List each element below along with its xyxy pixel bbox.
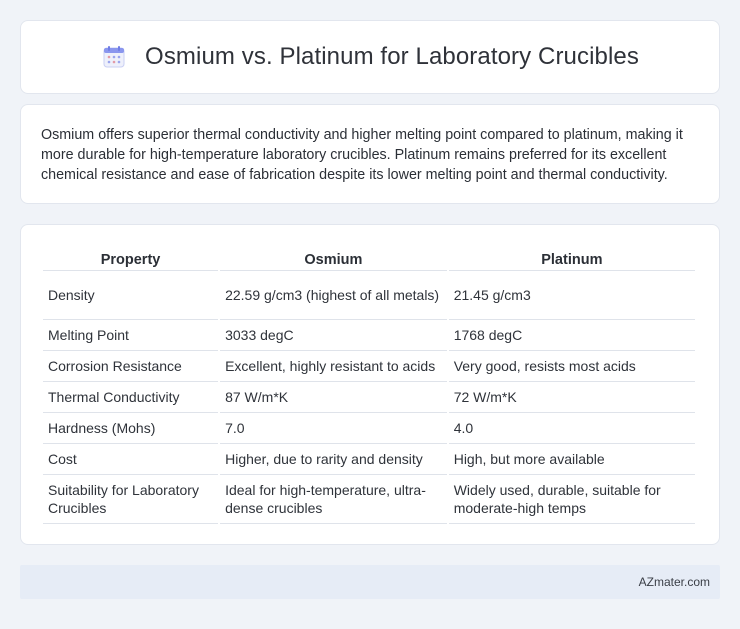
osmium-cell: 3033 degC [220, 320, 447, 351]
comparison-table: Property Osmium Platinum Density 22.59 g… [41, 245, 697, 524]
osmium-cell: Ideal for high-temperature, ultra-dense … [220, 475, 447, 524]
summary-card: Osmium offers superior thermal conductiv… [20, 104, 720, 204]
osmium-cell: 7.0 [220, 413, 447, 444]
table-header-row: Property Osmium Platinum [43, 245, 695, 271]
platinum-cell: 72 W/m*K [448, 382, 695, 413]
osmium-cell: 87 W/m*K [220, 382, 447, 413]
platinum-cell: 1768 degC [448, 320, 695, 351]
footer-brand: AZmater.com [638, 575, 710, 589]
title-wrap: Osmium vs. Platinum for Laboratory Cruci… [101, 43, 639, 71]
property-cell: Density [43, 271, 219, 320]
title-card: Osmium vs. Platinum for Laboratory Cruci… [20, 20, 720, 94]
table-row: Melting Point 3033 degC 1768 degC [43, 320, 695, 351]
table-row: Corrosion Resistance Excellent, highly r… [43, 351, 695, 382]
table-row: Thermal Conductivity 87 W/m*K 72 W/m*K [43, 382, 695, 413]
footer-bar: AZmater.com [20, 565, 720, 599]
table-row: Density 22.59 g/cm3 (highest of all meta… [43, 271, 695, 320]
osmium-cell: Excellent, highly resistant to acids [220, 351, 447, 382]
calendar-icon [101, 44, 127, 70]
header-platinum: Platinum [448, 245, 695, 271]
property-cell: Suitability for Laboratory Crucibles [43, 475, 219, 524]
page-title: Osmium vs. Platinum for Laboratory Cruci… [145, 43, 639, 70]
property-cell: Melting Point [43, 320, 219, 351]
property-cell: Hardness (Mohs) [43, 413, 219, 444]
header-property: Property [43, 245, 219, 271]
header-osmium: Osmium [220, 245, 447, 271]
platinum-cell: High, but more available [448, 444, 695, 475]
property-cell: Cost [43, 444, 219, 475]
comparison-table-card: Property Osmium Platinum Density 22.59 g… [20, 224, 720, 545]
osmium-cell: Higher, due to rarity and density [220, 444, 447, 475]
table-row: Hardness (Mohs) 7.0 4.0 [43, 413, 695, 444]
platinum-cell: Very good, resists most acids [448, 351, 695, 382]
table-row: Cost Higher, due to rarity and density H… [43, 444, 695, 475]
table-row: Suitability for Laboratory Crucibles Ide… [43, 475, 695, 524]
summary-text: Osmium offers superior thermal conductiv… [41, 127, 683, 183]
platinum-cell: 21.45 g/cm3 [448, 271, 695, 320]
osmium-cell: 22.59 g/cm3 (highest of all metals) [220, 271, 447, 320]
platinum-cell: 4.0 [448, 413, 695, 444]
platinum-cell: Widely used, durable, suitable for moder… [448, 475, 695, 524]
property-cell: Thermal Conductivity [43, 382, 219, 413]
property-cell: Corrosion Resistance [43, 351, 219, 382]
